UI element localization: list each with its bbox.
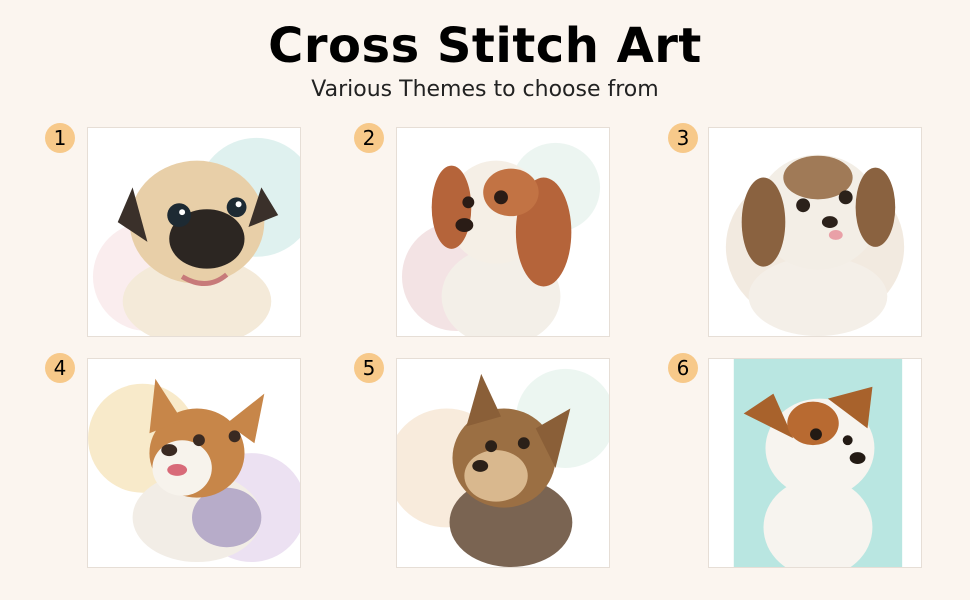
theme-number-badge: 3 (668, 123, 698, 153)
theme-number-badge: 6 (668, 353, 698, 383)
page-title: Cross Stitch Art (268, 18, 702, 74)
corgi-puppy-portrait-icon (88, 359, 300, 567)
pug-puppy-portrait-icon (88, 128, 300, 336)
theme-number-badge: 2 (354, 123, 384, 153)
shih-tzu-puppy-portrait-icon (709, 128, 921, 336)
pug-puppy-portrait-image (87, 127, 301, 337)
yorkie-puppy-portrait-icon (397, 359, 609, 567)
theme-number-badge: 4 (45, 353, 75, 383)
theme-number-badge: 1 (45, 123, 75, 153)
cavalier-puppy-portrait-image (396, 127, 610, 337)
page-subtitle: Various Themes to choose from (311, 77, 659, 102)
jack-russell-puppy-portrait-icon (709, 359, 921, 567)
jack-russell-puppy-portrait-image (708, 358, 922, 568)
corgi-puppy-portrait-image (87, 358, 301, 568)
theme-number-badge: 5 (354, 353, 384, 383)
shih-tzu-puppy-portrait-image (708, 127, 922, 337)
yorkie-puppy-portrait-image (396, 358, 610, 568)
cavalier-puppy-portrait-icon (397, 128, 609, 336)
